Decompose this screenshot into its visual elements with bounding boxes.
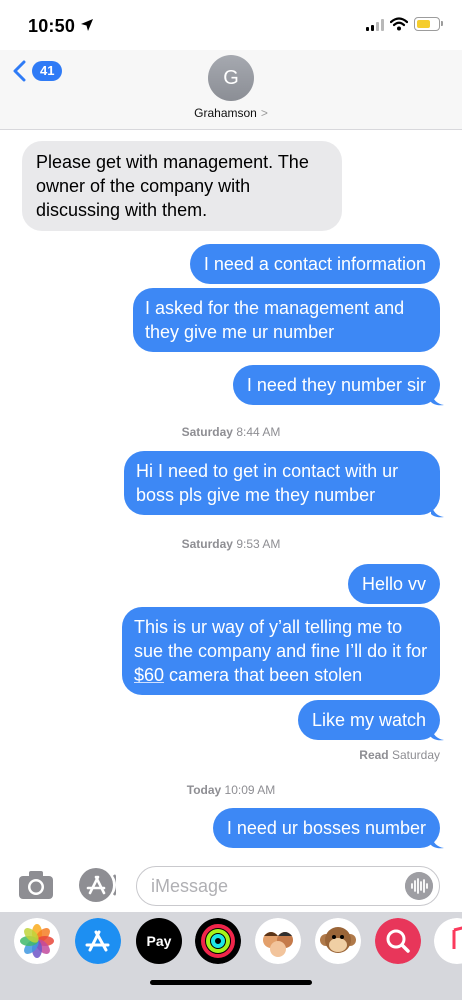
apple-pay-icon[interactable]: Pay — [136, 918, 182, 964]
timestamp-day: Saturday — [181, 537, 233, 551]
photos-icon[interactable] — [14, 918, 60, 964]
battery-icon — [414, 17, 443, 31]
back-button[interactable]: 41 — [12, 60, 63, 82]
sent-message[interactable]: Like my watch — [297, 700, 440, 740]
read-receipt: Read Saturday — [359, 748, 440, 762]
message-text: camera that been stolen — [164, 665, 363, 685]
timestamp-time: 8:44 AM — [236, 425, 281, 439]
app-store-button-icon[interactable] — [78, 867, 116, 903]
chevron-right-icon: > — [260, 106, 268, 120]
memoji-icon[interactable] — [255, 918, 301, 964]
status-bar: 10:50 — [0, 0, 462, 50]
message-text: I need they number sir — [246, 375, 426, 395]
message-timestamp: Saturday 8:44 AM — [0, 425, 462, 439]
monkey-animoji-icon[interactable] — [315, 918, 361, 964]
message-text: I need ur bosses number — [226, 818, 426, 838]
activity-rings-icon[interactable] — [195, 918, 241, 964]
audio-waveform-icon[interactable] — [405, 872, 433, 900]
message-text: I need a contact information — [203, 254, 426, 274]
home-indicator[interactable] — [150, 980, 312, 985]
cellular-signal-icon — [366, 19, 384, 31]
price-link[interactable]: $60 — [134, 665, 164, 685]
message-text: Hello vv — [361, 574, 426, 594]
message-text: Please get with management. The owner of… — [36, 152, 309, 220]
message-timestamp: Today 10:09 AM — [0, 783, 462, 797]
unread-count-badge: 41 — [32, 61, 63, 81]
message-input-placeholder: iMessage — [151, 876, 229, 896]
imessage-app-drawer: Pay — [0, 912, 462, 1000]
wifi-icon — [390, 17, 408, 31]
bubble-tail — [431, 504, 444, 518]
bubble-tail — [431, 727, 444, 741]
timestamp-time: 9:53 AM — [236, 537, 281, 551]
contact-name: Grahamson — [194, 106, 257, 120]
message-text: I asked for the management and they give… — [145, 298, 405, 342]
app-store-icon[interactable] — [75, 918, 121, 964]
contact-name-button[interactable]: Grahamson > — [0, 106, 462, 120]
sent-message[interactable]: I need they number sir — [232, 365, 440, 405]
music-icon[interactable] — [434, 918, 462, 964]
timestamp-day: Today — [186, 783, 222, 797]
message-text: Like my watch — [311, 710, 426, 730]
apple-pay-label: Pay — [146, 933, 172, 949]
sent-message[interactable]: I asked for the management and they give… — [133, 288, 440, 352]
sent-message[interactable]: Hi I need to get in contact with ur boss… — [124, 451, 440, 515]
camera-icon[interactable] — [18, 870, 54, 900]
conversation-header: 41 G Grahamson > — [0, 50, 462, 130]
sent-message[interactable]: I need a contact information — [189, 244, 440, 284]
timestamp-time: 10:09 AM — [224, 783, 276, 797]
bubble-tail — [431, 835, 444, 849]
message-input[interactable]: iMessage — [136, 866, 440, 906]
chevron-left-icon — [13, 60, 26, 82]
location-arrow-icon — [81, 19, 93, 31]
sent-message[interactable]: Hello vv — [347, 564, 440, 604]
bubble-tail — [431, 392, 444, 406]
received-message[interactable]: Please get with management. The owner of… — [22, 141, 342, 231]
sent-message[interactable]: This is ur way of y’all telling me to su… — [122, 607, 440, 695]
message-timestamp: Saturday 9:53 AM — [0, 537, 462, 551]
image-search-icon[interactable] — [375, 918, 421, 964]
status-time: 10:50 — [28, 16, 76, 36]
timestamp-day: Saturday — [181, 425, 233, 439]
message-text: Hi I need to get in contact with ur boss… — [136, 461, 399, 505]
read-time: Saturday — [391, 748, 440, 762]
avatar[interactable]: G — [208, 55, 254, 101]
read-label: Read — [359, 748, 389, 762]
sent-message[interactable]: I need ur bosses number — [212, 808, 440, 848]
message-text: This is ur way of y’all telling me to su… — [134, 617, 428, 661]
